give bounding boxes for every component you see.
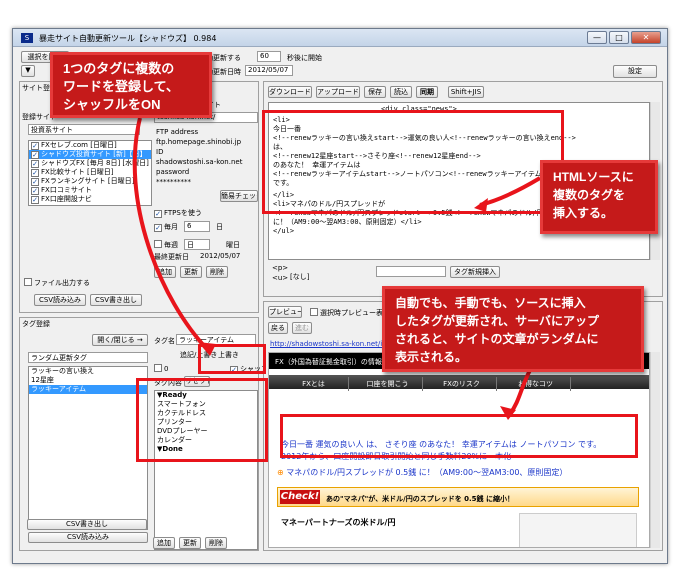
arrow-head-icon [198, 342, 216, 356]
callout-html-tags: HTMLソースに 複数のタグを 挿入する。 [540, 160, 658, 234]
arrow-head-icon [474, 198, 488, 212]
arrow-to-shuffle-icon [132, 117, 210, 352]
callout-random-display: 自動でも、手動でも、ソースに挿入 したタグが更新され、サーバにアップ されると、… [382, 286, 644, 372]
callout-shuffle: 1つのタグに複数の ワードを登録して、 シャッフルをON [50, 52, 212, 118]
arrow-to-html-icon [479, 176, 542, 207]
arrow-to-web-icon [508, 369, 532, 416]
